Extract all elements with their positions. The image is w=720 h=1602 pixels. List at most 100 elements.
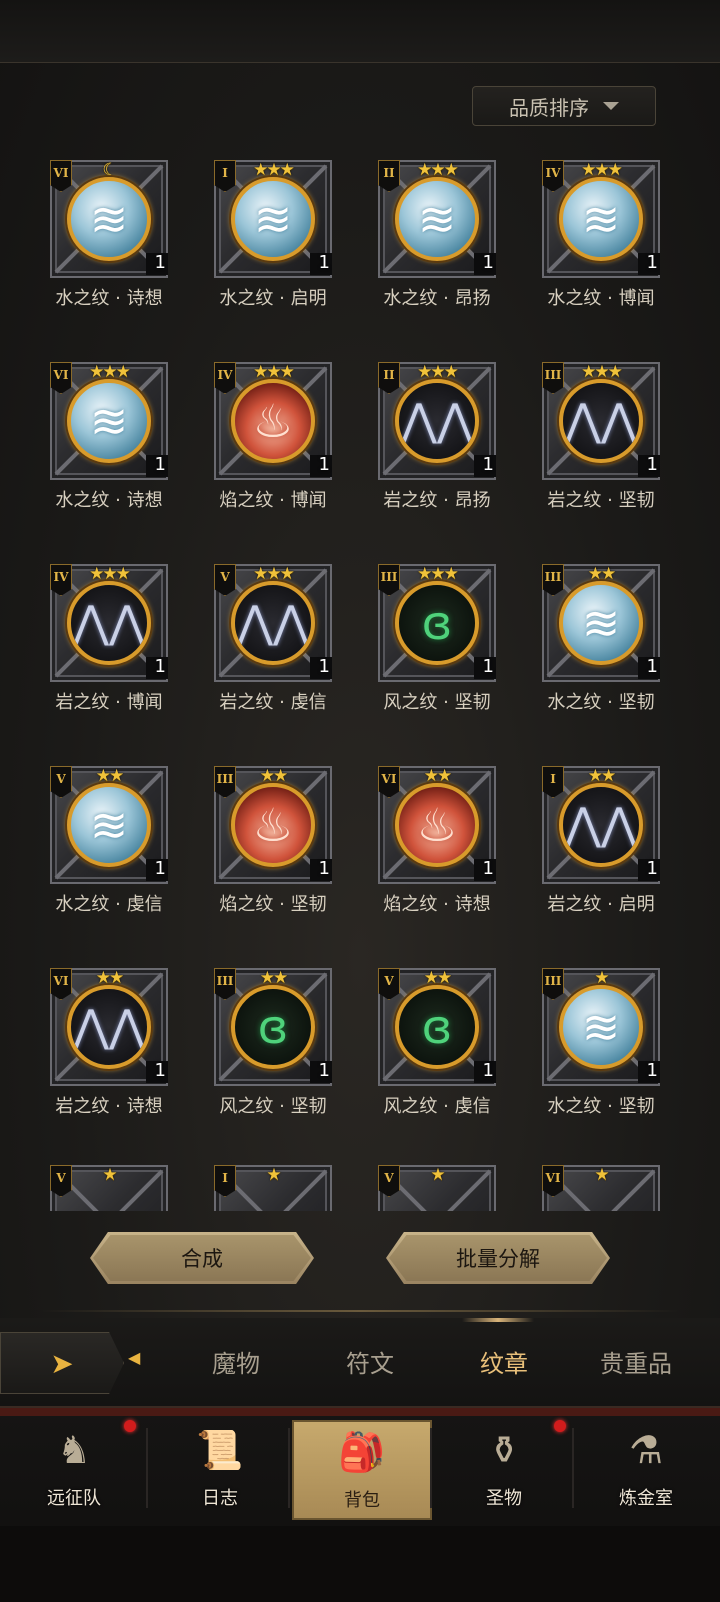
item-count: 1 xyxy=(154,656,166,677)
journal-scroll-icon: 📜 xyxy=(196,1428,244,1472)
emblem-name: 岩之纹 · 诗想 xyxy=(55,1096,163,1117)
nav-item-chalice[interactable]: ⚱ 圣物 xyxy=(434,1420,574,1520)
star-rating: ★★★ xyxy=(581,160,623,180)
nav-item-alchemy[interactable]: ⚗ 炼金室 xyxy=(576,1420,716,1520)
star-rating: ★ xyxy=(102,1165,117,1185)
emblem-slot[interactable]: ≋ III ★★ 1 水之纹 · 坚韧 xyxy=(542,564,672,734)
rock-emblem-icon: ⋀⋀ xyxy=(559,379,643,463)
nav-separator xyxy=(288,1428,290,1508)
alchemy-icon: ⚗ xyxy=(628,1428,664,1472)
emblem-slot[interactable]: ⋀⋀ V ★★★ 1 岩之纹 · 虔信 xyxy=(214,564,344,734)
emblem-slot[interactable]: ⋀⋀ III ★★★ 1 岩之纹 · 坚韧 xyxy=(542,362,672,532)
emblem-slot[interactable]: ≋ IV ★★★ 1 水之纹 · 博闻 xyxy=(542,160,672,330)
emblem-name: 岩之纹 · 博闻 xyxy=(55,692,163,713)
star-rating: ★★★ xyxy=(417,564,459,584)
water-emblem-icon: ≋ xyxy=(559,581,643,665)
water-emblem-icon: ≋ xyxy=(395,177,479,261)
emblem-slot[interactable]: ≋ I ★★★ 1 水之纹 · 启明 xyxy=(214,160,344,330)
emblem-slot-partial[interactable]: VI ★ xyxy=(542,1165,672,1211)
emblem-name: 焰之纹 · 诗想 xyxy=(383,894,491,915)
item-count: 1 xyxy=(482,858,494,879)
viking-helmet-icon: ♞ xyxy=(56,1428,92,1472)
sort-label: 品质排序 xyxy=(509,95,589,120)
tab-valuables[interactable]: 贵重品 xyxy=(600,1344,672,1379)
star-rating: ★★★ xyxy=(417,160,459,180)
emblem-slot-partial[interactable]: V ★ xyxy=(50,1165,180,1211)
flame-emblem-icon: ♨ xyxy=(395,783,479,867)
emblem-slot[interactable]: ≋ II ★★★ 1 水之纹 · 昂扬 xyxy=(378,160,508,330)
star-rating: ★★ xyxy=(95,968,124,988)
emblem-slot[interactable]: ɞ III ★★★ 1 风之纹 · 坚韧 xyxy=(378,564,508,734)
quality-sort-dropdown[interactable]: 品质排序 xyxy=(472,86,656,126)
star-rating: ★★★ xyxy=(581,362,623,382)
emblem-slot[interactable]: ⋀⋀ I ★★ 1 岩之纹 · 启明 xyxy=(542,766,672,936)
nav-item-viking-helmet[interactable]: ♞ 远征队 xyxy=(4,1420,144,1520)
emblem-slot-partial[interactable]: V ★ xyxy=(378,1165,508,1211)
emblem-slot[interactable]: ɞ V ★★ 1 风之纹 · 虔信 xyxy=(378,968,508,1138)
rock-emblem-icon: ⋀⋀ xyxy=(559,783,643,867)
wind-emblem-icon: ɞ xyxy=(395,581,479,665)
emblem-slot[interactable]: ɞ III ★★ 1 风之纹 · 坚韧 xyxy=(214,968,344,1138)
arrow-back-icon: ➤ xyxy=(50,1346,74,1380)
item-count: 1 xyxy=(154,858,166,879)
emblem-slot[interactable]: ♨ III ★★ 1 焰之纹 · 坚韧 xyxy=(214,766,344,936)
scroll-left-icon[interactable]: ◀ xyxy=(128,1348,140,1367)
item-count: 1 xyxy=(646,252,658,273)
emblem-slot-partial[interactable]: I ★ xyxy=(214,1165,344,1211)
star-rating: ☾ xyxy=(102,160,117,180)
emblem-slot[interactable]: ♨ VI ★★ 1 焰之纹 · 诗想 xyxy=(378,766,508,936)
item-count: 1 xyxy=(646,454,658,475)
star-rating: ★★ xyxy=(587,564,616,584)
emblem-slot[interactable]: ≋ VI ★★★ 1 水之纹 · 诗想 xyxy=(50,362,180,532)
back-button[interactable]: ➤ xyxy=(0,1332,124,1394)
water-emblem-icon: ≋ xyxy=(231,177,315,261)
emblem-name: 风之纹 · 坚韧 xyxy=(383,692,491,713)
nav-label: 远征队 xyxy=(47,1488,101,1509)
emblem-name: 水之纹 · 坚韧 xyxy=(547,692,655,713)
star-rating: ★★ xyxy=(259,766,288,786)
emblem-name: 焰之纹 · 博闻 xyxy=(219,490,327,511)
star-rating: ★★ xyxy=(423,968,452,988)
water-emblem-icon: ≋ xyxy=(559,177,643,261)
star-rating: ★ xyxy=(430,1165,445,1185)
emblem-slot[interactable]: ⋀⋀ VI ★★ 1 岩之纹 · 诗想 xyxy=(50,968,180,1138)
item-count: 1 xyxy=(318,656,330,677)
active-tab-indicator xyxy=(462,1318,534,1322)
item-count: 1 xyxy=(646,1060,658,1081)
emblem-slot[interactable]: ≋ VI ☾ 1 水之纹 · 诗想 xyxy=(50,160,180,330)
item-count: 1 xyxy=(482,454,494,475)
star-rating: ★★ xyxy=(423,766,452,786)
water-emblem-icon: ≋ xyxy=(67,783,151,867)
emblem-slot[interactable]: ⋀⋀ IV ★★★ 1 岩之纹 · 博闻 xyxy=(50,564,180,734)
tab-monsters[interactable]: 魔物 xyxy=(212,1344,260,1379)
bottom-nav: ♞ 远征队 📜 日志 🎒 背包 ⚱ 圣物 ⚗ 炼金室 xyxy=(0,1406,720,1602)
nav-label: 炼金室 xyxy=(619,1488,673,1509)
water-emblem-icon: ≋ xyxy=(67,379,151,463)
emblem-slot[interactable]: ≋ V ★★ 1 水之纹 · 虔信 xyxy=(50,766,180,936)
item-count: 1 xyxy=(646,858,658,879)
nav-item-backpack[interactable]: 🎒 背包 xyxy=(292,1420,432,1520)
emblem-slot[interactable]: ⋀⋀ II ★★★ 1 岩之纹 · 昂扬 xyxy=(378,362,508,532)
tab-emblems[interactable]: 纹章 xyxy=(480,1344,528,1379)
batch-decompose-button[interactable]: 批量分解 xyxy=(386,1232,610,1284)
water-emblem-icon: ≋ xyxy=(559,985,643,1069)
star-rating: ★ xyxy=(266,1165,281,1185)
star-rating: ★★★ xyxy=(253,160,295,180)
emblem-name: 水之纹 · 诗想 xyxy=(55,288,163,309)
emblem-name: 水之纹 · 虔信 xyxy=(55,894,163,915)
nav-item-journal-scroll[interactable]: 📜 日志 xyxy=(150,1420,290,1520)
emblem-name: 风之纹 · 坚韧 xyxy=(219,1096,327,1117)
rock-emblem-icon: ⋀⋀ xyxy=(67,581,151,665)
tab-runes[interactable]: 符文 xyxy=(346,1344,394,1379)
backpack-icon: 🎒 xyxy=(338,1430,386,1474)
emblem-name: 水之纹 · 昂扬 xyxy=(383,288,491,309)
item-count: 1 xyxy=(154,252,166,273)
emblem-slot[interactable]: ♨ IV ★★★ 1 焰之纹 · 博闻 xyxy=(214,362,344,532)
item-count: 1 xyxy=(482,252,494,273)
emblem-slot[interactable]: ≋ III ★ 1 水之纹 · 坚韧 xyxy=(542,968,672,1138)
emblem-name: 岩之纹 · 昂扬 xyxy=(383,490,491,511)
compose-button[interactable]: 合成 xyxy=(90,1232,314,1284)
star-rating: ★★★ xyxy=(253,564,295,584)
rock-emblem-icon: ⋀⋀ xyxy=(231,581,315,665)
item-count: 1 xyxy=(318,252,330,273)
